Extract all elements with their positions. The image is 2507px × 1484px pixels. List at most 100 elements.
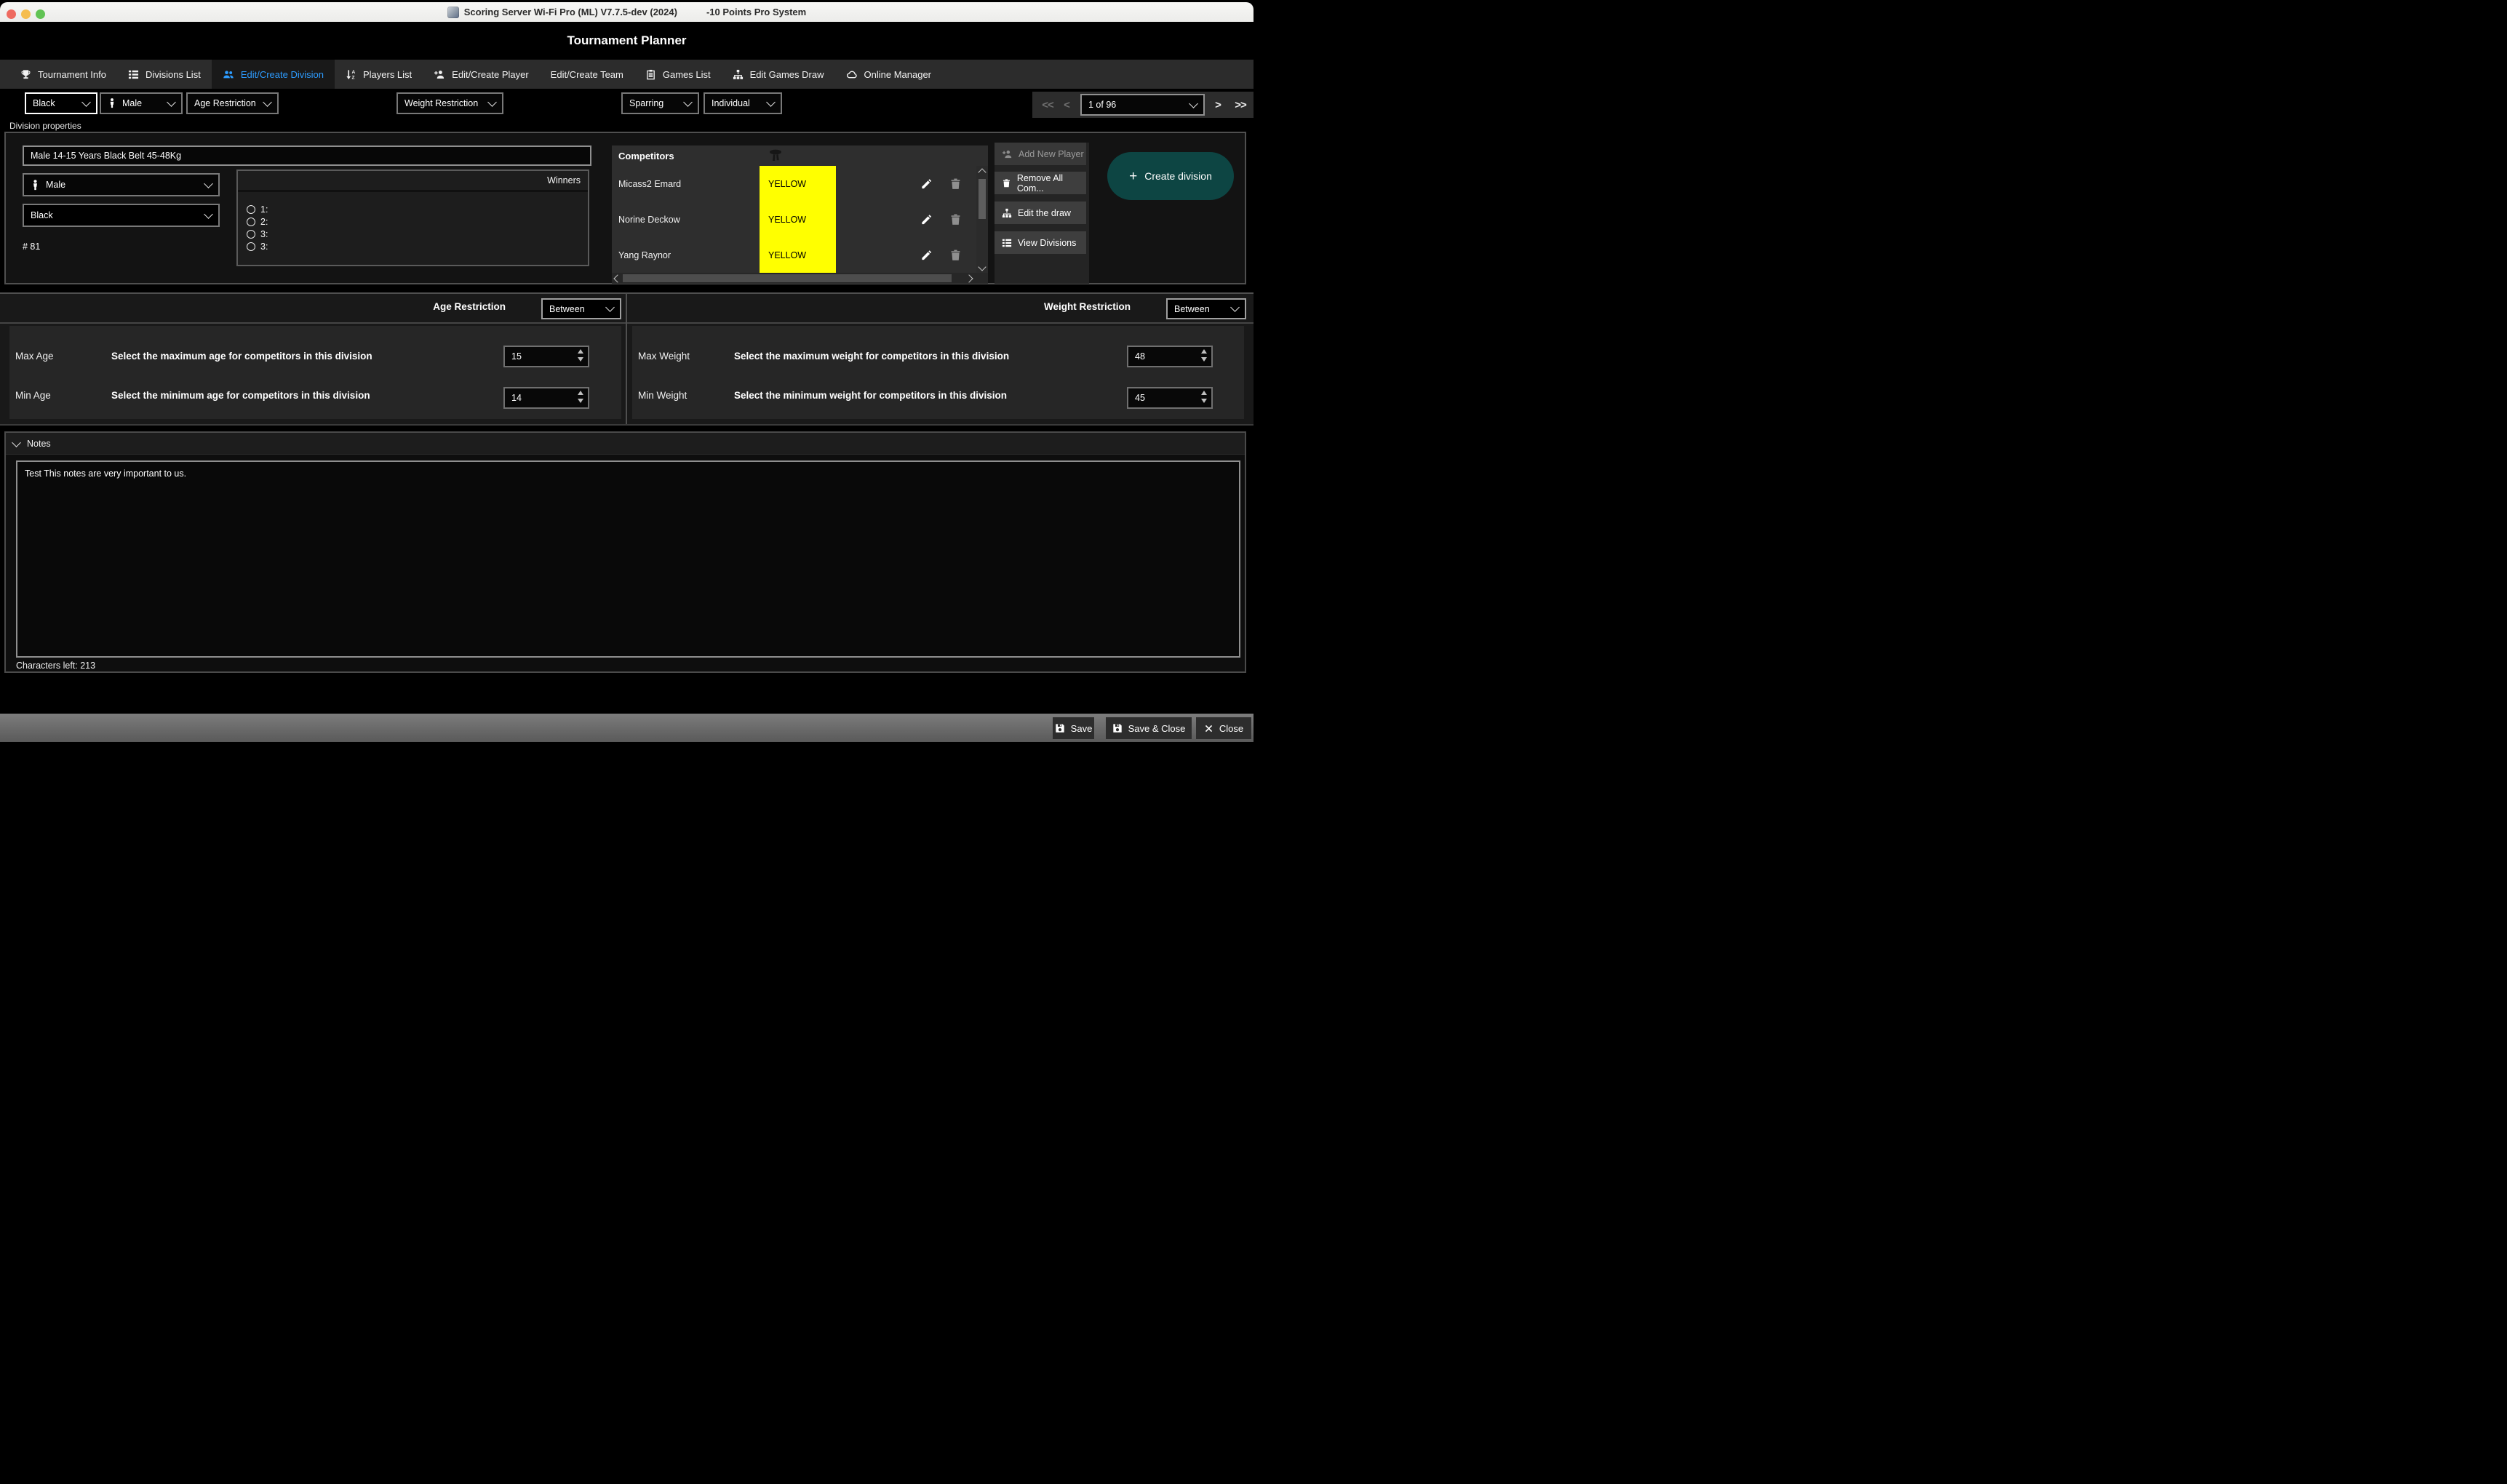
tab-tournament-info[interactable]: Tournament Info xyxy=(9,60,117,89)
vertical-scroll-thumb[interactable] xyxy=(979,179,986,219)
age-restriction-mode-dropdown[interactable]: Between xyxy=(541,298,621,319)
sort-az-icon: AZ xyxy=(346,70,355,80)
delete-trash-icon[interactable] xyxy=(949,249,962,261)
floppy-icon xyxy=(1112,724,1122,733)
close-button[interactable]: Close xyxy=(1196,717,1251,739)
scroll-left-icon[interactable] xyxy=(613,274,622,283)
save-button[interactable]: Save xyxy=(1053,717,1094,739)
pagination-prev-button[interactable]: < xyxy=(1061,92,1072,118)
radio-icon[interactable] xyxy=(247,205,255,214)
spinner-arrows-icon[interactable] xyxy=(1201,349,1207,362)
chevron-down-icon xyxy=(766,97,776,107)
tab-games-list[interactable]: Games List xyxy=(634,60,722,89)
tab-edit-create-division[interactable]: Edit/Create Division xyxy=(211,60,335,89)
chevron-down-icon xyxy=(605,303,615,312)
delete-trash-icon[interactable] xyxy=(949,213,962,226)
edit-pencil-icon[interactable] xyxy=(920,249,933,261)
winner-place-label: 3: xyxy=(260,229,268,239)
tab-online-manager[interactable]: Online Manager xyxy=(835,60,943,89)
notes-textarea[interactable]: Test This notes are very important to us… xyxy=(16,460,1240,658)
horizontal-scrollbar[interactable] xyxy=(612,273,988,284)
trophy-icon xyxy=(21,69,31,79)
tab-edit-create-player[interactable]: Edit/Create Player xyxy=(423,60,540,89)
chevron-down-icon xyxy=(204,178,213,188)
delete-trash-icon[interactable] xyxy=(949,177,962,190)
chevron-down-icon xyxy=(1189,98,1198,108)
edit-pencil-icon[interactable] xyxy=(920,177,933,190)
tab-label: Edit Games Draw xyxy=(749,68,824,80)
radio-icon[interactable] xyxy=(247,230,255,239)
vertical-scrollbar[interactable] xyxy=(976,166,988,273)
scroll-up-icon[interactable] xyxy=(978,168,987,177)
spinner-arrows-icon[interactable] xyxy=(578,391,583,403)
filter-type-dropdown[interactable]: Sparring xyxy=(621,92,699,114)
filter-gender-value: Male xyxy=(122,98,143,108)
trash-icon xyxy=(1003,178,1010,187)
division-gender-dropdown[interactable]: Male xyxy=(23,173,220,196)
filter-mode-dropdown[interactable]: Individual xyxy=(704,92,782,114)
edit-pencil-icon[interactable] xyxy=(920,213,933,226)
plus-icon: + xyxy=(1129,168,1138,184)
pagination-next-button[interactable]: > xyxy=(1212,92,1224,118)
winner-place-3b[interactable]: 3: xyxy=(247,242,268,252)
competitor-name: Yang Raynor xyxy=(618,250,671,260)
min-age-spinner[interactable]: 14 xyxy=(503,387,589,409)
winner-place-3[interactable]: 3: xyxy=(247,229,268,239)
max-age-spinner[interactable]: 15 xyxy=(503,346,589,367)
age-restriction-title: Age Restriction xyxy=(433,301,506,312)
view-divisions-button[interactable]: View Divisions xyxy=(995,231,1086,254)
scroll-right-icon[interactable] xyxy=(965,274,973,283)
tab-edit-create-team[interactable]: Edit/Create Team xyxy=(540,60,634,89)
notes-header[interactable]: Notes xyxy=(6,433,1245,455)
division-belt-dropdown[interactable]: Black xyxy=(23,204,220,227)
max-weight-description: Select the maximum weight for competitor… xyxy=(734,351,1010,362)
filter-belt-dropdown[interactable]: Black xyxy=(25,92,97,114)
pagination-page-dropdown[interactable]: 1 of 96 xyxy=(1080,94,1205,116)
min-weight-spinner[interactable]: 45 xyxy=(1127,387,1213,409)
division-name-input[interactable] xyxy=(23,145,591,166)
weight-restriction-mode-dropdown[interactable]: Between xyxy=(1166,298,1246,319)
create-division-button[interactable]: + Create division xyxy=(1107,152,1234,200)
max-weight-spinner[interactable]: 48 xyxy=(1127,346,1213,367)
save-and-close-button[interactable]: Save & Close xyxy=(1106,717,1192,739)
pagination-last-button[interactable]: >> xyxy=(1231,92,1250,118)
traffic-zoom-button[interactable] xyxy=(36,9,45,19)
division-gender-value: Male xyxy=(46,180,66,190)
min-age-value: 14 xyxy=(511,393,522,403)
button-label: Add New Player xyxy=(1019,148,1084,159)
tab-label: Edit/Create Team xyxy=(550,68,623,80)
filter-weight-value: Weight Restriction xyxy=(404,98,479,108)
tab-divisions-list[interactable]: Divisions List xyxy=(117,60,212,89)
max-weight-label: Max Weight xyxy=(638,351,690,362)
person-plus-icon xyxy=(434,70,445,79)
traffic-close-button[interactable] xyxy=(7,9,16,19)
winner-place-2[interactable]: 2: xyxy=(247,217,268,227)
spinner-arrows-icon[interactable] xyxy=(1201,391,1207,403)
max-age-description: Select the maximum age for competitors i… xyxy=(111,351,372,362)
remove-all-competitors-button[interactable]: Remove All Com... xyxy=(995,172,1086,194)
competitor-row: Norine Deckow YELLOW xyxy=(612,202,976,237)
radio-icon[interactable] xyxy=(247,242,255,251)
winner-place-label: 1: xyxy=(260,204,268,215)
filter-age-value: Age Restriction xyxy=(194,98,256,108)
horizontal-scroll-thumb[interactable] xyxy=(623,274,952,282)
filter-age-dropdown[interactable]: Age Restriction xyxy=(186,92,279,114)
filter-weight-dropdown[interactable]: Weight Restriction xyxy=(396,92,503,114)
pagination-first-button[interactable]: << xyxy=(1039,92,1056,118)
collapse-chevron-icon[interactable] xyxy=(12,437,21,447)
scroll-down-icon[interactable] xyxy=(978,263,987,271)
macos-titlebar: Scoring Server Wi-Fi Pro (ML) V7.7.5-dev… xyxy=(0,2,1254,22)
winners-panel: Winners 1: 2: 3: 3: xyxy=(236,169,589,266)
tab-players-list[interactable]: AZ Players List xyxy=(335,60,423,89)
tab-edit-games-draw[interactable]: Edit Games Draw xyxy=(722,60,835,89)
window-title-main: Scoring Server Wi-Fi Pro (ML) V7.7.5-dev… xyxy=(463,7,677,17)
add-new-player-button[interactable]: Add New Player xyxy=(995,143,1086,165)
close-x-icon xyxy=(1205,725,1213,732)
edit-the-draw-button[interactable]: Edit the draw xyxy=(995,202,1086,224)
max-age-value: 15 xyxy=(511,351,522,362)
radio-icon[interactable] xyxy=(247,218,255,226)
spinner-arrows-icon[interactable] xyxy=(578,349,583,362)
winner-place-1[interactable]: 1: xyxy=(247,204,268,215)
traffic-minimize-button[interactable] xyxy=(21,9,31,19)
filter-gender-dropdown[interactable]: Male xyxy=(100,92,183,114)
